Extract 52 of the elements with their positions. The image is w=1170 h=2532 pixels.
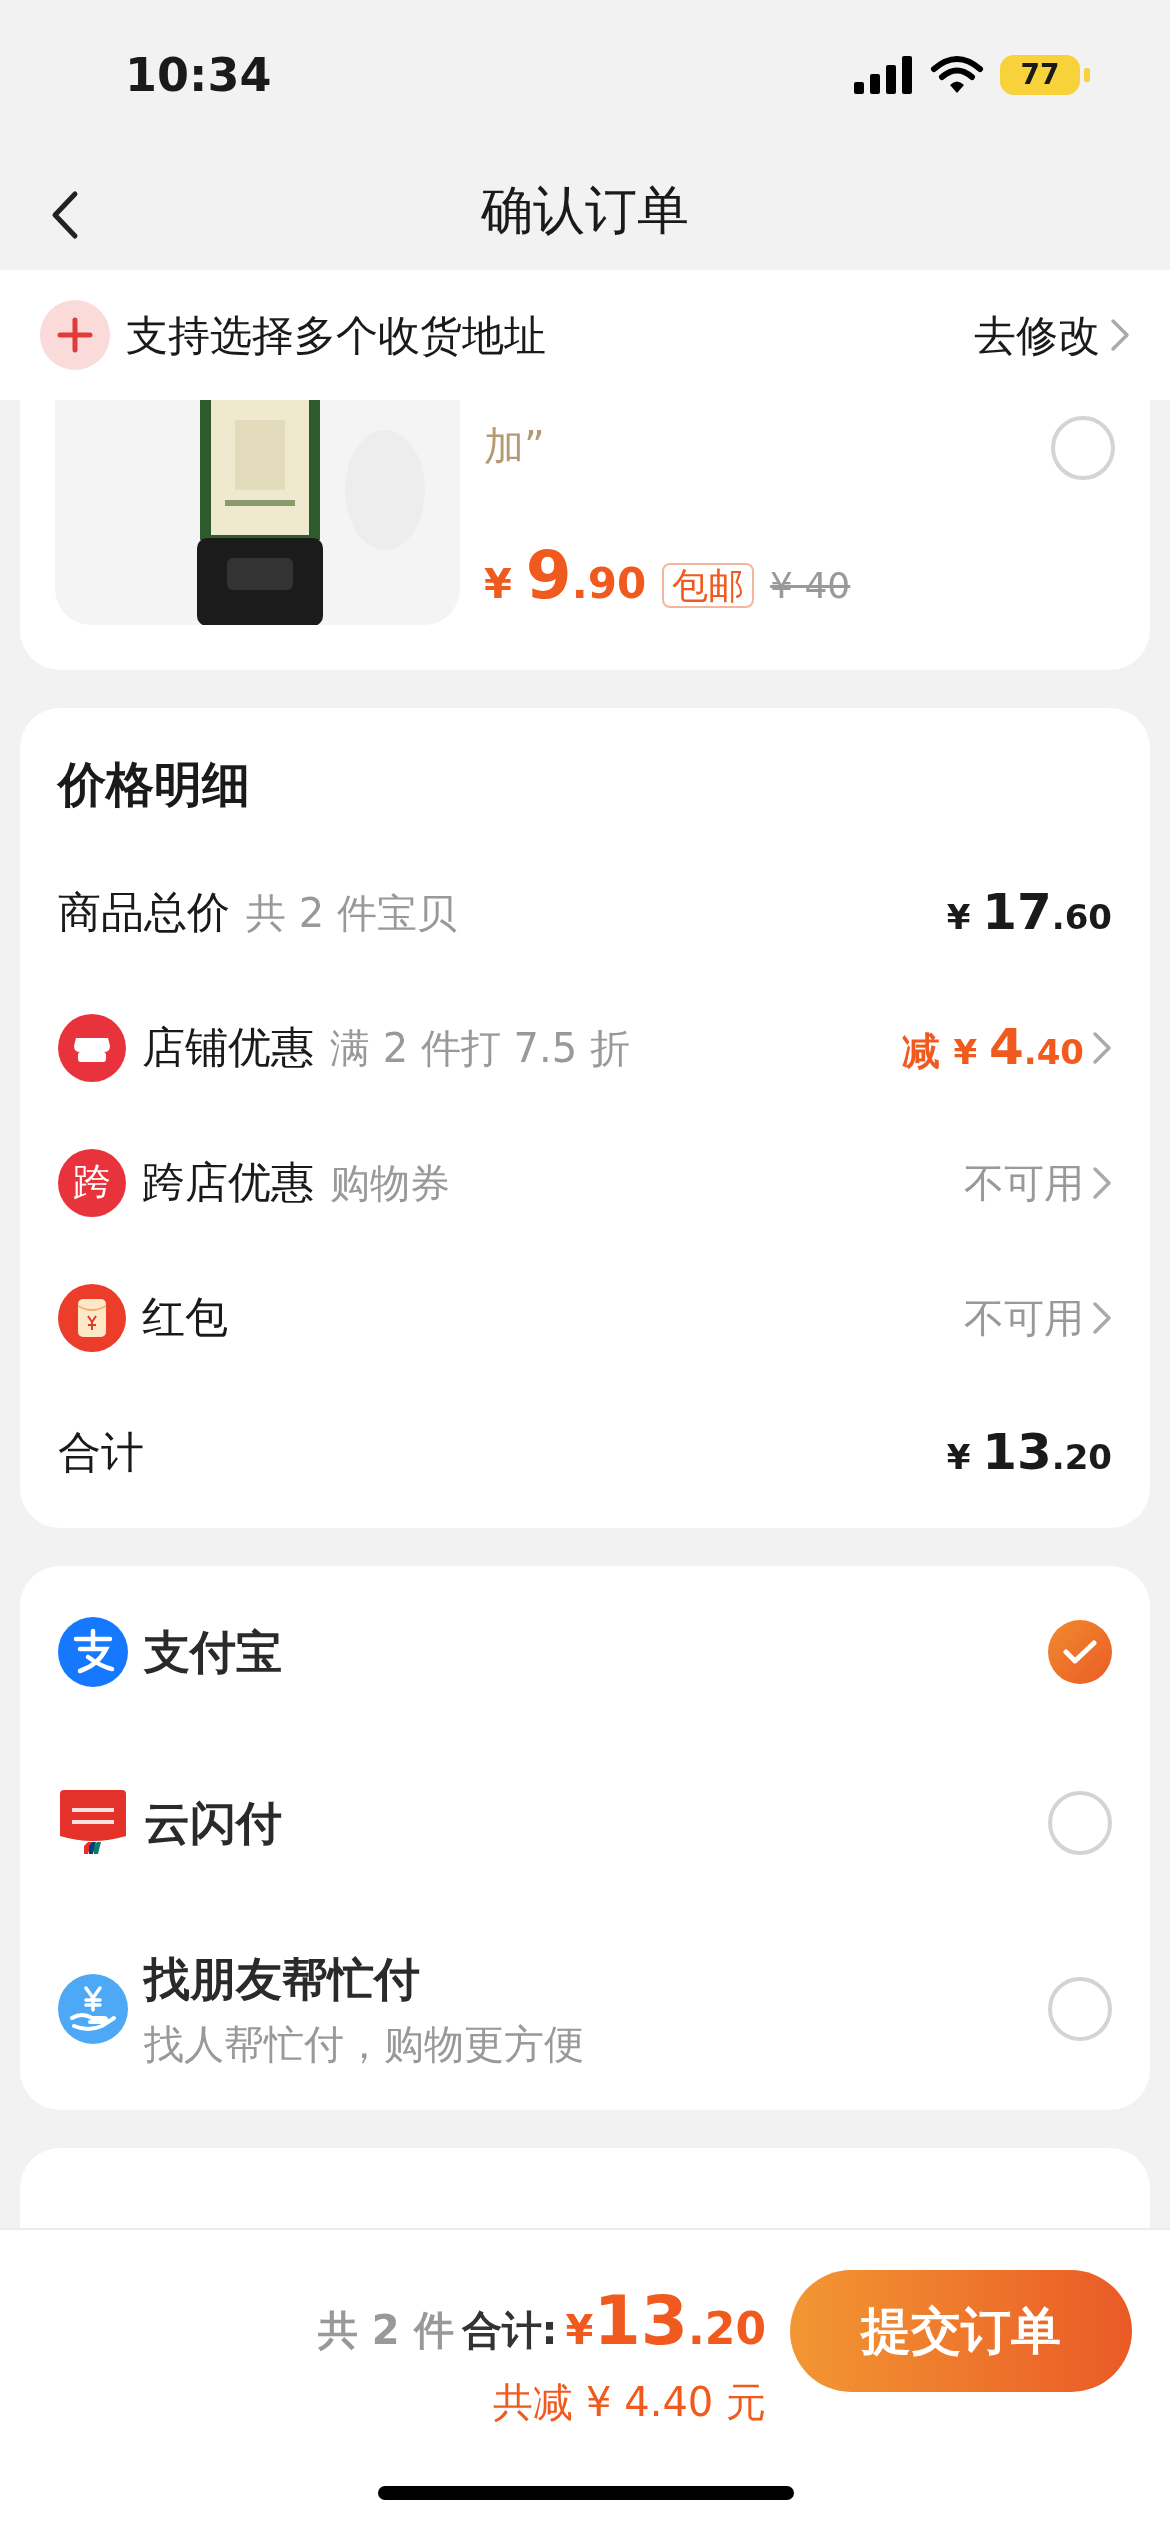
row-label: 店铺优惠	[142, 1021, 314, 1075]
row-label: 红包	[142, 1291, 228, 1345]
edit-link[interactable]: 去修改	[974, 303, 1130, 367]
row-status: 不可用	[964, 1158, 1084, 1208]
savings-text: 共减 ¥ 4.40 元	[493, 2378, 766, 2427]
signal-icon	[854, 56, 914, 94]
back-icon	[50, 190, 80, 240]
battery-tip-icon	[1084, 68, 1090, 82]
row-note: 购物券	[330, 1158, 450, 1208]
payment-option[interactable]: 找朋友帮忙付 找人帮忙付，购物更方便	[20, 1908, 1150, 2110]
plus-icon	[40, 300, 110, 370]
payment-logo-icon	[58, 1617, 128, 1687]
row-status: 不可用	[964, 1293, 1084, 1343]
status-time: 10:34	[125, 46, 272, 104]
original-price: ¥ 40	[770, 564, 851, 608]
envelope-icon	[58, 1283, 126, 1352]
payment-name: 找朋友帮忙付	[144, 1950, 421, 2008]
price-amount: 减 ¥ 4.40	[902, 1017, 1084, 1078]
chevron-icon	[1110, 318, 1130, 352]
row-note: 共 2 件宝贝	[246, 888, 457, 938]
payment-radio[interactable]	[1048, 1977, 1112, 2041]
row-label: 跨店优惠	[142, 1156, 314, 1210]
price-amount: ¥ 17.60	[946, 882, 1112, 943]
total-label: 合计:	[461, 2306, 558, 2355]
payment-option[interactable]: 支付宝	[20, 1566, 1150, 1738]
row-note: 满 2 件打 7.5 折	[330, 1023, 630, 1073]
cross-store-badge: 跨	[58, 1148, 126, 1217]
payment-radio[interactable]	[1048, 1791, 1112, 1855]
chevron-icon	[1092, 1030, 1112, 1065]
free-shipping-tag: 包邮	[662, 563, 755, 609]
total-amount: ¥13.20	[565, 2280, 766, 2362]
shop-icon	[58, 1013, 126, 1082]
price-amount: ¥ 13.20	[946, 1422, 1112, 1483]
chevron-icon	[1092, 1300, 1112, 1335]
payment-subtitle: 找人帮忙付，购物更方便	[144, 2019, 584, 2069]
row-label: 合计	[58, 1426, 144, 1480]
page-title: 确认订单	[481, 179, 689, 242]
row-label: 商品总价	[58, 886, 230, 940]
product-description: 加”	[484, 422, 545, 471]
wifi-icon	[930, 55, 984, 95]
payment-name: 支付宝	[144, 1623, 282, 1681]
item-count: 共 2 件	[317, 2306, 454, 2355]
check-icon	[1063, 1639, 1097, 1665]
product-price: ¥ 9.90	[484, 536, 647, 616]
address-notice: 支持选择多个收货地址	[126, 309, 546, 362]
battery-level: 77	[1020, 57, 1060, 93]
hand-coin-icon	[58, 1974, 128, 2044]
chevron-icon	[1092, 1165, 1112, 1200]
payment-name: 云闪付	[144, 1794, 282, 1852]
payment-option[interactable]: 云闪付	[20, 1738, 1150, 1908]
select-radio[interactable]	[1051, 416, 1115, 480]
section-title: 价格明细	[56, 755, 251, 814]
